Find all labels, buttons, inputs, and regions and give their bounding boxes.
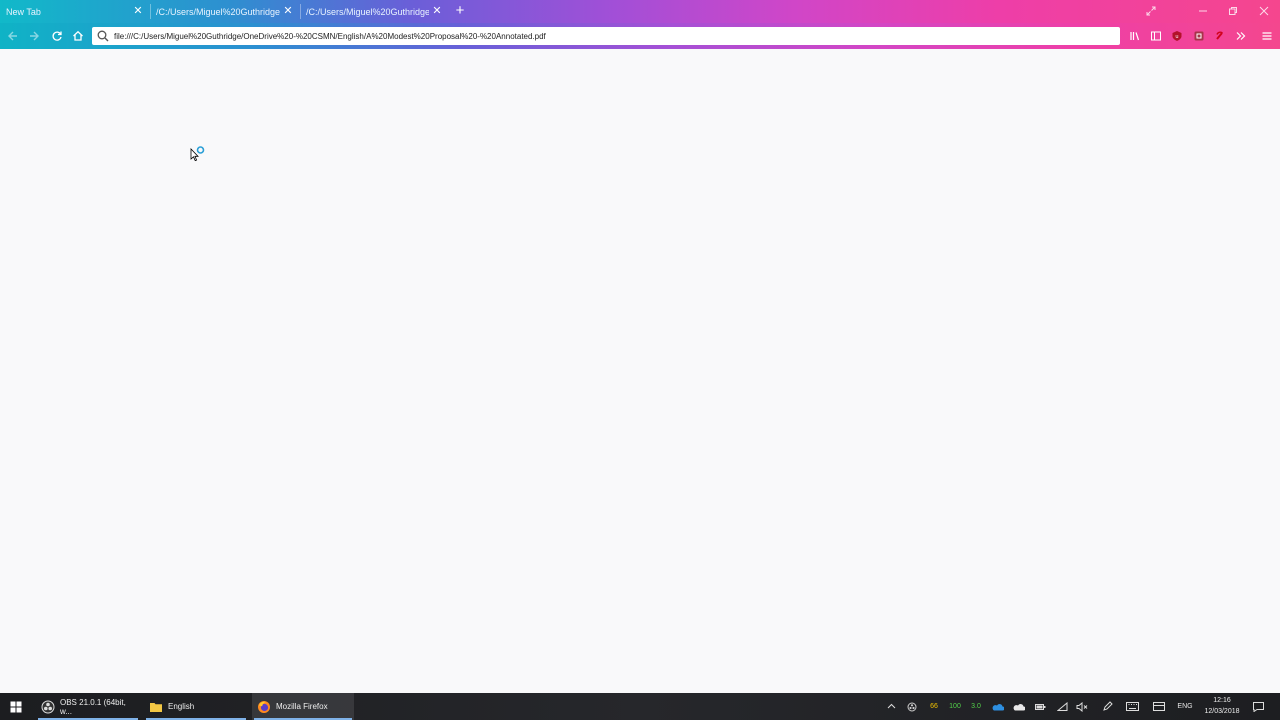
taskbar-item-label: English	[168, 702, 195, 711]
tray-badge-1[interactable]: 66	[926, 693, 942, 720]
tray-badge-2[interactable]: 100	[947, 693, 963, 720]
extension-icon[interactable]	[1191, 28, 1207, 44]
taskbar-item-obs[interactable]: OBS 21.0.1 (64bit, w...	[36, 693, 140, 720]
tab-pdf-2[interactable]: /C:/Users/Miguel%20Guthridge/O ✕	[301, 0, 449, 23]
tray-cloud[interactable]	[1012, 693, 1026, 720]
display-icon	[1153, 702, 1165, 711]
ublock-icon[interactable]: u	[1169, 28, 1185, 44]
screen: New Tab ✕ /C:/Users/Miguel%20Guthridge/O…	[0, 0, 1280, 720]
tray-keyboard[interactable]	[1125, 693, 1139, 720]
back-icon[interactable]	[5, 28, 21, 44]
tray-badge-3[interactable]: 3.0	[968, 693, 984, 720]
keyboard-icon	[1125, 702, 1139, 711]
tab-new-tab[interactable]: New Tab ✕	[0, 0, 150, 23]
battery-icon	[1034, 703, 1045, 710]
close-tab-icon[interactable]: ✕	[281, 4, 295, 18]
forward-icon[interactable]	[26, 28, 42, 44]
close-window-icon[interactable]	[1255, 3, 1273, 19]
restore-icon[interactable]	[1224, 3, 1242, 19]
close-tab-icon[interactable]: ✕	[430, 4, 444, 18]
tab-title: /C:/Users/Miguel%20Guthridge/O	[156, 6, 280, 17]
tray-volume[interactable]	[1075, 693, 1089, 720]
windows-logo-icon	[10, 701, 21, 712]
clock-time: 12:16	[1213, 697, 1231, 704]
tab-title: /C:/Users/Miguel%20Guthridge/O	[306, 6, 429, 17]
busy-cursor-icon	[190, 146, 205, 162]
sidebar-icon[interactable]	[1148, 28, 1164, 44]
tray-display[interactable]	[1152, 693, 1166, 720]
overflow-chevron-icon[interactable]	[1233, 28, 1249, 44]
taskbar-item-firefox[interactable]: Mozilla Firefox	[252, 693, 354, 720]
tray-obs[interactable]	[905, 693, 919, 720]
obs-tray-icon	[907, 702, 917, 711]
language-indicator[interactable]: ENG	[1176, 693, 1194, 720]
navigation-toolbar: u	[0, 23, 1280, 49]
fullscreen-icon[interactable]	[1142, 3, 1160, 19]
start-button[interactable]	[0, 693, 31, 720]
url-bar[interactable]	[92, 27, 1120, 45]
wifi-icon	[1056, 702, 1067, 711]
volume-muted-icon	[1076, 701, 1088, 712]
search-icon	[97, 30, 109, 42]
tab-strip: New Tab ✕ /C:/Users/Miguel%20Guthridge/O…	[0, 0, 1280, 23]
new-tab-button[interactable]: +	[452, 3, 468, 19]
url-input[interactable]	[114, 31, 1104, 41]
clock[interactable]: 12:16 12/03/2018	[1196, 695, 1248, 718]
svg-text:u: u	[1175, 34, 1178, 40]
action-center-button[interactable]	[1251, 693, 1265, 720]
home-icon[interactable]	[70, 28, 86, 44]
pen-icon	[1102, 701, 1113, 711]
minimize-icon[interactable]	[1194, 3, 1212, 19]
obs-icon	[41, 700, 55, 713]
library-icon[interactable]	[1127, 28, 1143, 44]
lastpass-icon[interactable]	[1212, 28, 1228, 44]
taskbar-item-label: OBS 21.0.1 (64bit, w...	[60, 697, 126, 716]
chevron-up-icon	[887, 703, 895, 709]
notification-icon	[1252, 701, 1264, 712]
taskbar-item-explorer[interactable]: English	[144, 693, 248, 720]
tray-battery[interactable]	[1033, 693, 1047, 720]
reload-icon[interactable]	[49, 28, 65, 44]
hamburger-menu-icon[interactable]	[1259, 28, 1275, 44]
clock-date: 12/03/2018	[1204, 708, 1240, 715]
close-tab-icon[interactable]: ✕	[131, 4, 145, 18]
windows-taskbar: OBS 21.0.1 (64bit, w... English Mozilla …	[0, 693, 1280, 720]
folder-icon	[150, 702, 162, 712]
show-hidden-icons-button[interactable]	[884, 693, 898, 720]
page-content[interactable]	[0, 49, 1280, 693]
tab-title: New Tab	[6, 6, 41, 17]
firefox-icon	[258, 700, 270, 713]
cloud-icon	[1013, 703, 1025, 710]
tray-onedrive[interactable]	[991, 693, 1005, 720]
tab-pdf-1[interactable]: /C:/Users/Miguel%20Guthridge/O ✕	[151, 0, 300, 23]
tray-pen[interactable]	[1100, 693, 1114, 720]
taskbar-item-label: Mozilla Firefox	[276, 702, 328, 711]
onedrive-icon	[992, 703, 1004, 710]
tray-wifi[interactable]	[1055, 693, 1069, 720]
